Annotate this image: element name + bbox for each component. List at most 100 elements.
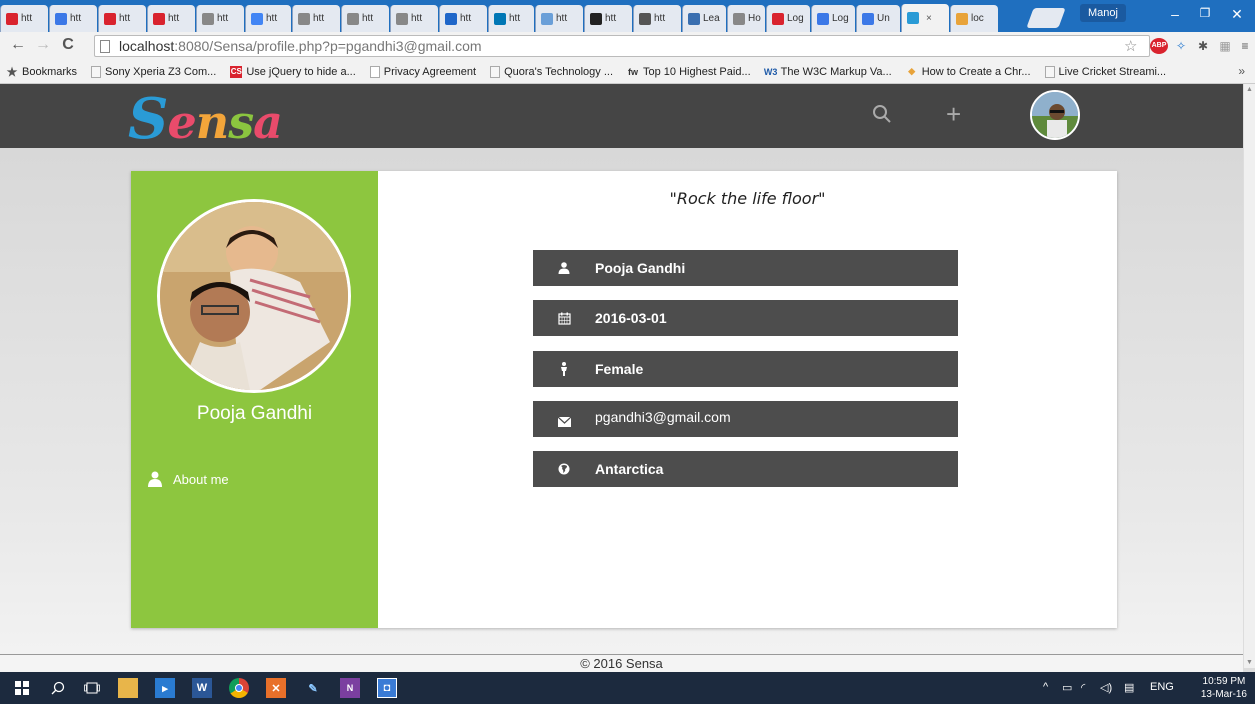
browser-tab[interactable]: htt (488, 5, 534, 32)
browser-tab[interactable]: htt (439, 5, 487, 32)
browser-tab[interactable]: Log (811, 5, 855, 32)
app-window-icon[interactable]: ◘ (377, 678, 397, 698)
eclipse-icon[interactable]: ✎ (303, 678, 323, 698)
address-bar[interactable]: localhost:8080/Sensa/profile.php?p=pgand… (94, 35, 1150, 57)
bookmark-item[interactable]: Live Cricket Streami... (1044, 65, 1166, 78)
bookmark-item[interactable]: CS Use jQuery to hide a... (230, 65, 356, 78)
adblock-icon[interactable]: ABP (1150, 38, 1168, 54)
bookmark-item[interactable]: Privacy Agreement (369, 65, 476, 78)
word-icon[interactable]: W (192, 678, 212, 698)
info-gender-value: Female (595, 361, 644, 377)
bookmark-item[interactable]: W3 The W3C Markup Va... (764, 66, 892, 78)
sensa-logo[interactable]: Sensa (128, 86, 283, 152)
add-post-icon[interactable]: + (946, 101, 961, 127)
extension-icon[interactable]: ✧ (1172, 38, 1190, 54)
onenote-icon[interactable]: N (340, 678, 360, 698)
profile-card: Pooja Gandhi About me "Rock the life flo… (131, 171, 1117, 628)
reload-icon[interactable]: C (58, 36, 78, 54)
tab-label: Log (832, 13, 849, 24)
bookmark-star-icon[interactable]: ☆ (1124, 37, 1137, 55)
site-footer: © 2016 Sensa (0, 654, 1243, 672)
bookmark-item[interactable]: Quora's Technology ... (490, 65, 613, 78)
logo-letter-a: a (253, 95, 283, 149)
restore-icon[interactable]: ❐ (1190, 6, 1220, 26)
back-arrow-icon[interactable]: ← (8, 36, 28, 54)
browser-tab[interactable]: Lea (682, 5, 726, 32)
tab-label: Ho (748, 13, 761, 24)
browser-tab[interactable]: × (901, 4, 949, 32)
bookmark-favicon-icon (490, 65, 501, 78)
scroll-up-icon[interactable]: ▲ (1246, 86, 1253, 93)
tab-favicon-icon (6, 12, 18, 25)
xampp-icon[interactable]: ✕ (266, 678, 286, 698)
tab-label: htt (362, 13, 374, 24)
browser-tab[interactable]: htt (147, 5, 195, 32)
browser-tab[interactable]: htt (390, 5, 438, 32)
minimize-icon[interactable]: – (1160, 6, 1190, 26)
menu-icon[interactable]: ≡ (1236, 38, 1254, 54)
search-icon[interactable] (872, 104, 892, 124)
browser-tab[interactable]: htt (49, 5, 97, 32)
browser-tab[interactable]: htt (196, 5, 244, 32)
bookmark-item[interactable]: ◆ How to Create a Chr... (906, 66, 1030, 78)
browser-tab[interactable]: htt (245, 5, 291, 32)
browser-tab[interactable]: Ho (727, 5, 765, 32)
tab-favicon-icon (494, 12, 506, 25)
info-row-name: Pooja Gandhi (533, 250, 958, 286)
extension-grid-icon[interactable]: ▦ (1216, 38, 1234, 54)
bookmark-item[interactable]: ★ Bookmarks (6, 65, 77, 79)
tab-favicon-icon (445, 12, 457, 25)
profile-name: Pooja Gandhi (196, 403, 313, 424)
bookmark-item[interactable]: fw Top 10 Highest Paid... (627, 66, 751, 78)
browser-tab[interactable]: Un (856, 5, 900, 32)
browser-tab[interactable]: htt (535, 5, 583, 32)
browser-tab[interactable]: htt (292, 5, 340, 32)
chrome-icon[interactable] (229, 678, 249, 698)
browser-tab[interactable]: htt (633, 5, 681, 32)
bookmark-label: Use jQuery to hide a... (246, 65, 356, 78)
browser-tab[interactable]: htt (0, 5, 48, 32)
clock-time: 10:59 PM (1202, 676, 1246, 687)
bookmarks-more-icon[interactable]: » (1238, 64, 1245, 78)
tab-favicon-icon (347, 12, 359, 25)
media-player-icon[interactable]: ▸ (155, 678, 175, 698)
tab-label: htt (313, 13, 325, 24)
wifi-icon[interactable]: ◜ (1081, 681, 1085, 694)
new-tab-button[interactable] (1026, 8, 1066, 28)
file-explorer-icon[interactable] (118, 678, 138, 698)
notification-icon[interactable]: ▤ (1124, 681, 1134, 694)
browser-tab[interactable]: htt (584, 5, 632, 32)
logo-letter-s: S (128, 86, 168, 152)
browser-toolbar: ← → C localhost:8080/Sensa/profile.php?p… (0, 32, 1255, 60)
tab-label: htt (509, 13, 521, 24)
browser-tab[interactable]: loc (950, 5, 998, 32)
scroll-down-icon[interactable]: ▼ (1246, 659, 1253, 666)
browser-profile-button[interactable]: Manoj (1080, 4, 1126, 22)
taskbar-search-icon[interactable] (48, 678, 68, 698)
user-icon (148, 471, 162, 487)
close-window-icon[interactable]: ✕ (1222, 6, 1252, 26)
profile-sidebar: Pooja Gandhi About me (131, 171, 378, 628)
info-row-birthdate: 2016-03-01 (533, 300, 958, 336)
user-avatar[interactable] (1030, 90, 1080, 140)
task-view-icon[interactable] (82, 678, 102, 698)
forward-arrow-icon[interactable]: → (33, 36, 53, 54)
tab-favicon-icon (396, 12, 408, 25)
browser-tab[interactable]: htt (98, 5, 146, 32)
network-icon[interactable]: ▭ (1062, 681, 1072, 694)
puzzle-icon[interactable]: ✱ (1194, 38, 1212, 54)
browser-tab[interactable]: htt (341, 5, 389, 32)
tab-favicon-icon (639, 12, 651, 25)
tab-close-icon[interactable]: × (926, 13, 932, 24)
vertical-scrollbar[interactable]: ▲ ▼ (1243, 84, 1255, 668)
browser-tab[interactable]: Log (766, 5, 810, 32)
volume-icon[interactable]: ◁) (1100, 681, 1112, 694)
bookmark-item[interactable]: Sony Xperia Z3 Com... (91, 65, 217, 78)
tab-label: htt (217, 13, 229, 24)
about-me-link[interactable]: About me (147, 471, 229, 487)
tray-chevron-icon[interactable]: ^ (1043, 681, 1048, 693)
bookmark-label: Sony Xperia Z3 Com... (105, 65, 217, 78)
system-clock[interactable]: 10:59 PM 13-Mar-16 (1201, 675, 1247, 701)
language-indicator[interactable]: ENG (1150, 681, 1174, 693)
windows-start-icon[interactable] (12, 678, 32, 698)
